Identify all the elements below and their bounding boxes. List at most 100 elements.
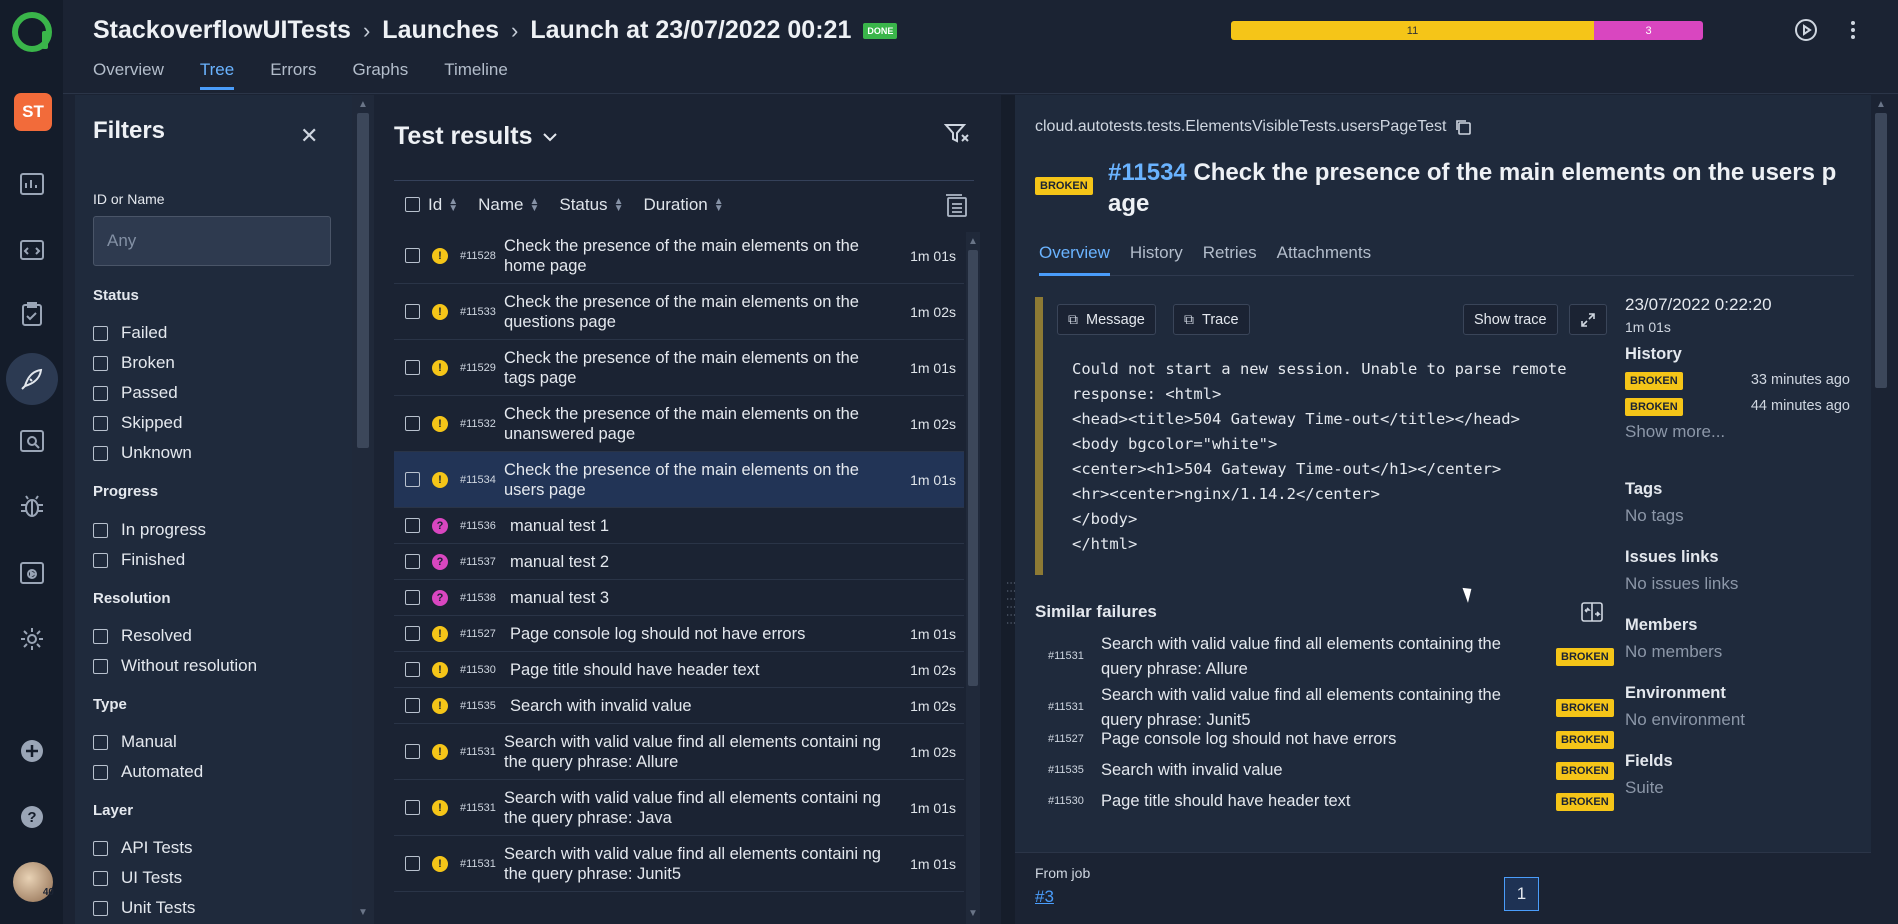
test-cases-icon[interactable] <box>12 230 52 270</box>
filter-finished[interactable]: Finished <box>93 550 185 570</box>
row-checkbox[interactable] <box>405 416 420 431</box>
scroll-down-icon[interactable]: ▼ <box>358 907 368 918</box>
tab-tree[interactable]: Tree <box>199 60 235 90</box>
similar-failure-item[interactable]: #11531 Search with valid value find all e… <box>1035 632 1615 682</box>
settings-icon[interactable] <box>12 619 52 659</box>
row-checkbox[interactable] <box>405 744 420 759</box>
table-row[interactable]: ! #11531 Search with valid value find all … <box>394 780 964 836</box>
filter-ui-tests[interactable]: UI Tests <box>93 868 182 888</box>
defects-icon[interactable] <box>12 487 52 527</box>
filter-off-icon[interactable] <box>943 123 970 150</box>
checkbox[interactable] <box>93 522 108 538</box>
panel-resize-handle[interactable]: ⋮⋮⋮⋮⋮⋮ <box>1001 95 1016 924</box>
more-menu-icon[interactable] <box>1840 17 1866 43</box>
checkbox[interactable] <box>93 734 108 750</box>
scrollbar-thumb[interactable] <box>357 113 369 448</box>
filter-in-progress[interactable]: In progress <box>93 520 206 540</box>
checkbox[interactable] <box>93 325 108 341</box>
table-row[interactable]: ! #11529 Check the presence of the main el… <box>394 340 964 396</box>
table-row[interactable]: ? #11536 manual test 1 <box>394 508 964 544</box>
row-checkbox[interactable] <box>405 590 420 605</box>
table-row[interactable]: ! #11528 Check the presence of the main el… <box>394 228 964 284</box>
jobs-icon[interactable] <box>12 553 52 593</box>
copy-icon[interactable] <box>1454 118 1472 136</box>
filter-unit-tests[interactable]: Unit Tests <box>93 898 195 918</box>
similar-failure-item[interactable]: #11530 Page title should have header text… <box>1035 789 1615 817</box>
table-row[interactable]: ! #11531 Search with valid value find all … <box>394 836 964 892</box>
breadcrumb-project[interactable]: StackoverflowUITests <box>93 16 351 45</box>
row-checkbox[interactable] <box>405 304 420 319</box>
detail-scrollbar[interactable]: ▲ <box>1871 95 1891 924</box>
similar-failure-item[interactable]: #11531 Search with valid value find all e… <box>1035 683 1615 733</box>
scroll-up-icon[interactable]: ▲ <box>1876 99 1886 110</box>
tab-attachments[interactable]: Attachments <box>1277 243 1372 275</box>
test-results-title[interactable]: Test results <box>394 122 558 151</box>
results-scrollbar[interactable]: ▲ ▼ <box>966 232 980 924</box>
tab-graphs[interactable]: Graphs <box>352 60 408 90</box>
row-checkbox[interactable] <box>405 856 420 871</box>
row-checkbox[interactable] <box>405 662 420 677</box>
analytics-icon[interactable] <box>12 421 52 461</box>
filter-automated[interactable]: Automated <box>93 762 203 782</box>
sort-icon[interactable]: ▲ ▼ <box>448 196 458 213</box>
allure-logo-icon[interactable] <box>10 10 54 54</box>
show-trace-button[interactable]: Show trace <box>1463 304 1558 335</box>
checkbox[interactable] <box>93 658 108 674</box>
checkbox[interactable] <box>93 415 108 431</box>
checkbox[interactable] <box>93 628 108 644</box>
test-number[interactable]: #11534 <box>1108 159 1187 186</box>
sort-icon[interactable]: ▲ ▼ <box>529 196 539 213</box>
filter-failed[interactable]: Failed <box>93 323 167 343</box>
checkbox[interactable] <box>93 900 108 916</box>
scroll-down-icon[interactable]: ▼ <box>968 908 978 919</box>
scrollbar-thumb[interactable] <box>1875 113 1887 388</box>
similar-failure-item[interactable]: #11527 Page console log should not have e… <box>1035 727 1615 755</box>
filters-scrollbar[interactable]: ▲ ▼ <box>352 95 374 924</box>
filter-resolved[interactable]: Resolved <box>93 626 192 646</box>
user-avatar[interactable]: 40 <box>13 862 54 902</box>
row-checkbox[interactable] <box>405 360 420 375</box>
row-checkbox[interactable] <box>405 626 420 641</box>
tab-history[interactable]: History <box>1130 243 1183 275</box>
scroll-up-icon[interactable]: ▲ <box>358 99 368 110</box>
sort-icon[interactable]: ▲ ▼ <box>714 196 724 213</box>
add-icon[interactable] <box>12 731 52 771</box>
help-icon[interactable]: ? <box>12 797 52 837</box>
table-row[interactable]: ! #11527 Page console log should not have … <box>394 616 964 652</box>
launch-progress-bar[interactable]: 11 3 <box>1231 21 1703 40</box>
column-id[interactable]: Id ▲ ▼ <box>428 195 458 215</box>
filter-broken[interactable]: Broken <box>93 353 175 373</box>
close-icon[interactable]: ✕ <box>300 123 318 149</box>
compare-icon[interactable] <box>1580 600 1604 629</box>
row-checkbox[interactable] <box>405 698 420 713</box>
similar-failure-item[interactable]: #11535 Search with invalid value BROKEN <box>1035 758 1615 786</box>
table-row[interactable]: ? #11537 manual test 2 <box>394 544 964 580</box>
tab-timeline[interactable]: Timeline <box>444 60 508 90</box>
row-checkbox[interactable] <box>405 554 420 569</box>
id-name-input[interactable]: Any <box>93 216 331 266</box>
dashboard-icon[interactable] <box>12 164 52 204</box>
checkbox[interactable] <box>93 764 108 780</box>
breadcrumb-launches[interactable]: Launches <box>382 16 499 45</box>
checkbox[interactable] <box>93 840 108 856</box>
row-checkbox[interactable] <box>405 248 420 263</box>
checkbox[interactable] <box>93 355 108 371</box>
expand-icon[interactable] <box>1569 304 1607 335</box>
scrollbar-thumb[interactable] <box>968 250 978 686</box>
checkbox[interactable] <box>93 870 108 886</box>
checkbox[interactable] <box>93 445 108 461</box>
tab-errors[interactable]: Errors <box>270 60 316 90</box>
filter-unknown[interactable]: Unknown <box>93 443 192 463</box>
history-item[interactable]: BROKEN 44 minutes ago <box>1625 397 1850 416</box>
table-row[interactable]: ! #11534 Check the presence of the main el… <box>394 452 964 508</box>
checkbox[interactable] <box>93 385 108 401</box>
page-button[interactable]: 1 <box>1504 877 1539 911</box>
filter-skipped[interactable]: Skipped <box>93 413 182 433</box>
column-duration[interactable]: Duration ▲ ▼ <box>643 195 723 215</box>
table-row[interactable]: ? #11538 manual test 3 <box>394 580 964 616</box>
table-row[interactable]: ! #11532 Check the presence of the main el… <box>394 396 964 452</box>
message-button[interactable]: ⧉ Message <box>1057 304 1156 335</box>
trace-button[interactable]: ⧉ Trace <box>1173 304 1250 335</box>
table-row[interactable]: ! #11533 Check the presence of the main el… <box>394 284 964 340</box>
column-status[interactable]: Status ▲ ▼ <box>559 195 623 215</box>
